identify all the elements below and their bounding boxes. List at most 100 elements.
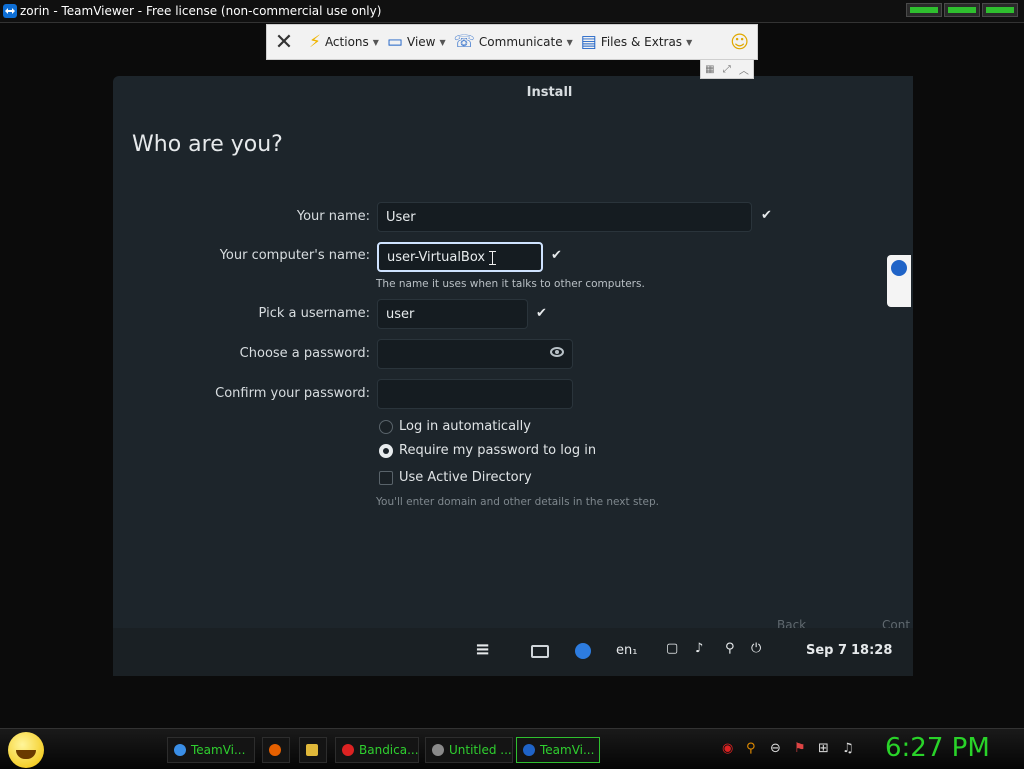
installer-header: Install [526,85,573,100]
caret-down-icon: ▼ [566,37,573,47]
task-label: TeamVi... [191,743,246,757]
host-taskbar: TeamVi... Bandica... Untitled ... TeamVi… [0,728,1024,769]
task-firefox[interactable] [262,737,290,763]
password-label: Choose a password: [239,346,370,361]
record-tray-icon[interactable]: ◉ [722,741,733,756]
zorin-menu-icon[interactable]: ≡ [475,639,490,660]
require-password-option[interactable]: Require my password to log in [379,443,596,458]
zorin-panel: ≡ en₁ ▢ ♪ ⚲ ⏻ Sep 7 18:28 [113,628,913,676]
microphone-icon[interactable]: ⚲ [725,641,735,656]
username-label: Pick a username: [258,306,370,321]
actions-menu[interactable]: ⚡ Actions ▼ [309,32,379,52]
your-name-label: Your name: [296,209,370,224]
eye-icon[interactable] [550,347,564,357]
require-password-label: Require my password to log in [399,443,597,458]
active-directory-option[interactable]: Use Active Directory [379,470,532,485]
feedback-smiley-icon[interactable]: ☺ [730,32,749,53]
toolbar-subbar: ▦ ⤢ ︿ [700,59,754,79]
your-name-check-icon: ✔ [761,208,772,223]
username-value: user [386,306,415,322]
window-controls [906,3,1018,17]
speaker-tray-icon[interactable]: ♫ [842,741,854,756]
installer-window: Install Who are you? Your name: User ✔ Y… [113,76,913,632]
task-label: Untitled ... [449,743,512,757]
confirm-password-label: Confirm your password: [215,386,370,401]
view-label: View [407,35,436,49]
fullscreen-icon[interactable]: ⤢ [723,64,731,75]
task-teamviewer-1[interactable]: TeamVi... [167,737,255,763]
computer-name-input[interactable]: user-VirtualBox [377,242,543,272]
computer-name-label: Your computer's name: [219,248,370,263]
folder-icon [306,744,318,756]
workspaces-icon[interactable] [531,645,549,658]
paint-icon [432,744,444,756]
monitor-icon: ▭ [386,32,403,52]
task-bandicam[interactable]: Bandica... [335,737,419,763]
actions-label: Actions [324,35,369,49]
your-name-input[interactable]: User [377,202,752,232]
login-auto-label: Log in automatically [399,419,531,434]
teamviewer-toolbar: ✕ ⚡ Actions ▼ ▭ View ▼ ☏ Communicate ▼ ▤… [266,24,758,60]
file-transfer-icon: ▤ [580,32,597,52]
power-icon[interactable]: ⏻ [751,641,761,656]
chrome-icon [174,744,186,756]
caret-down-icon: ▼ [686,37,693,47]
active-directory-hint: You'll enter domain and other details in… [376,496,660,508]
close-session-icon[interactable]: ✕ [267,25,301,59]
start-smiley-icon[interactable] [8,732,44,768]
firefox-icon [269,744,281,756]
communicate-label: Communicate [478,35,563,49]
teamviewer-tray-icon[interactable] [575,643,591,659]
panel-date[interactable]: Sep 7 [806,643,847,658]
taskbar-clock[interactable]: 6:27 PM [885,733,990,763]
volume-icon[interactable]: ♪ [695,641,703,656]
search-tray-icon[interactable]: ⚲ [746,741,756,756]
minimize-button[interactable] [906,3,942,17]
active-directory-label: Use Active Directory [399,470,532,485]
files-label: Files & Extras [600,35,683,49]
phone-chat-icon: ☏ [453,32,475,52]
teamviewer-icon [891,260,907,276]
network-tray-icon[interactable]: ⊞ [818,741,829,756]
computer-name-check-icon: ✔ [551,248,562,263]
computer-name-hint: The name it uses when it talks to other … [376,278,645,290]
username-input[interactable]: user [377,299,528,329]
text-cursor-icon [489,251,496,265]
window-title: zorin - TeamViewer - Free license (non-c… [20,4,382,18]
maximize-button[interactable] [944,3,980,17]
username-check-icon: ✔ [536,306,547,321]
record-icon [342,744,354,756]
files-extras-menu[interactable]: ▤ Files & Extras ▼ [581,32,692,52]
caret-down-icon: ▼ [372,37,379,47]
minus-tray-icon[interactable]: ⊖ [770,741,781,756]
password-input[interactable] [377,339,573,369]
communicate-menu[interactable]: ☏ Communicate ▼ [454,32,573,52]
task-label: Bandica... [359,743,419,757]
chevron-up-icon[interactable]: ︿ [739,62,749,77]
your-name-value: User [386,209,416,225]
computer-name-value: user-VirtualBox [387,249,486,265]
checkbox-active-directory[interactable] [379,470,393,485]
lightning-icon: ⚡ [309,32,321,52]
view-menu[interactable]: ▭ View ▼ [387,32,446,52]
radio-login-auto[interactable] [379,419,393,434]
teamviewer-icon [3,4,17,18]
radio-require-password[interactable] [379,443,393,458]
login-automatically-option[interactable]: Log in automatically [379,419,531,434]
keyboard-layout[interactable]: en₁ [616,643,637,658]
task-untitled[interactable]: Untitled ... [425,737,513,763]
flag-tray-icon[interactable]: ⚑ [794,741,806,756]
grid-icon[interactable]: ▦ [705,64,714,75]
task-teamviewer-2[interactable]: TeamVi... [516,737,600,763]
close-window-button[interactable] [982,3,1018,17]
window-titlebar: zorin - TeamViewer - Free license (non-c… [0,0,1024,23]
teamviewer-icon [523,744,535,756]
task-files[interactable] [299,737,327,763]
task-label: TeamVi... [540,743,595,757]
teamviewer-side-tab[interactable] [887,255,911,307]
page-title: Who are you? [132,132,283,157]
caret-down-icon: ▼ [439,37,446,47]
confirm-password-input[interactable] [377,379,573,409]
screen-icon[interactable]: ▢ [666,641,678,656]
panel-time[interactable]: 18:28 [851,643,892,658]
